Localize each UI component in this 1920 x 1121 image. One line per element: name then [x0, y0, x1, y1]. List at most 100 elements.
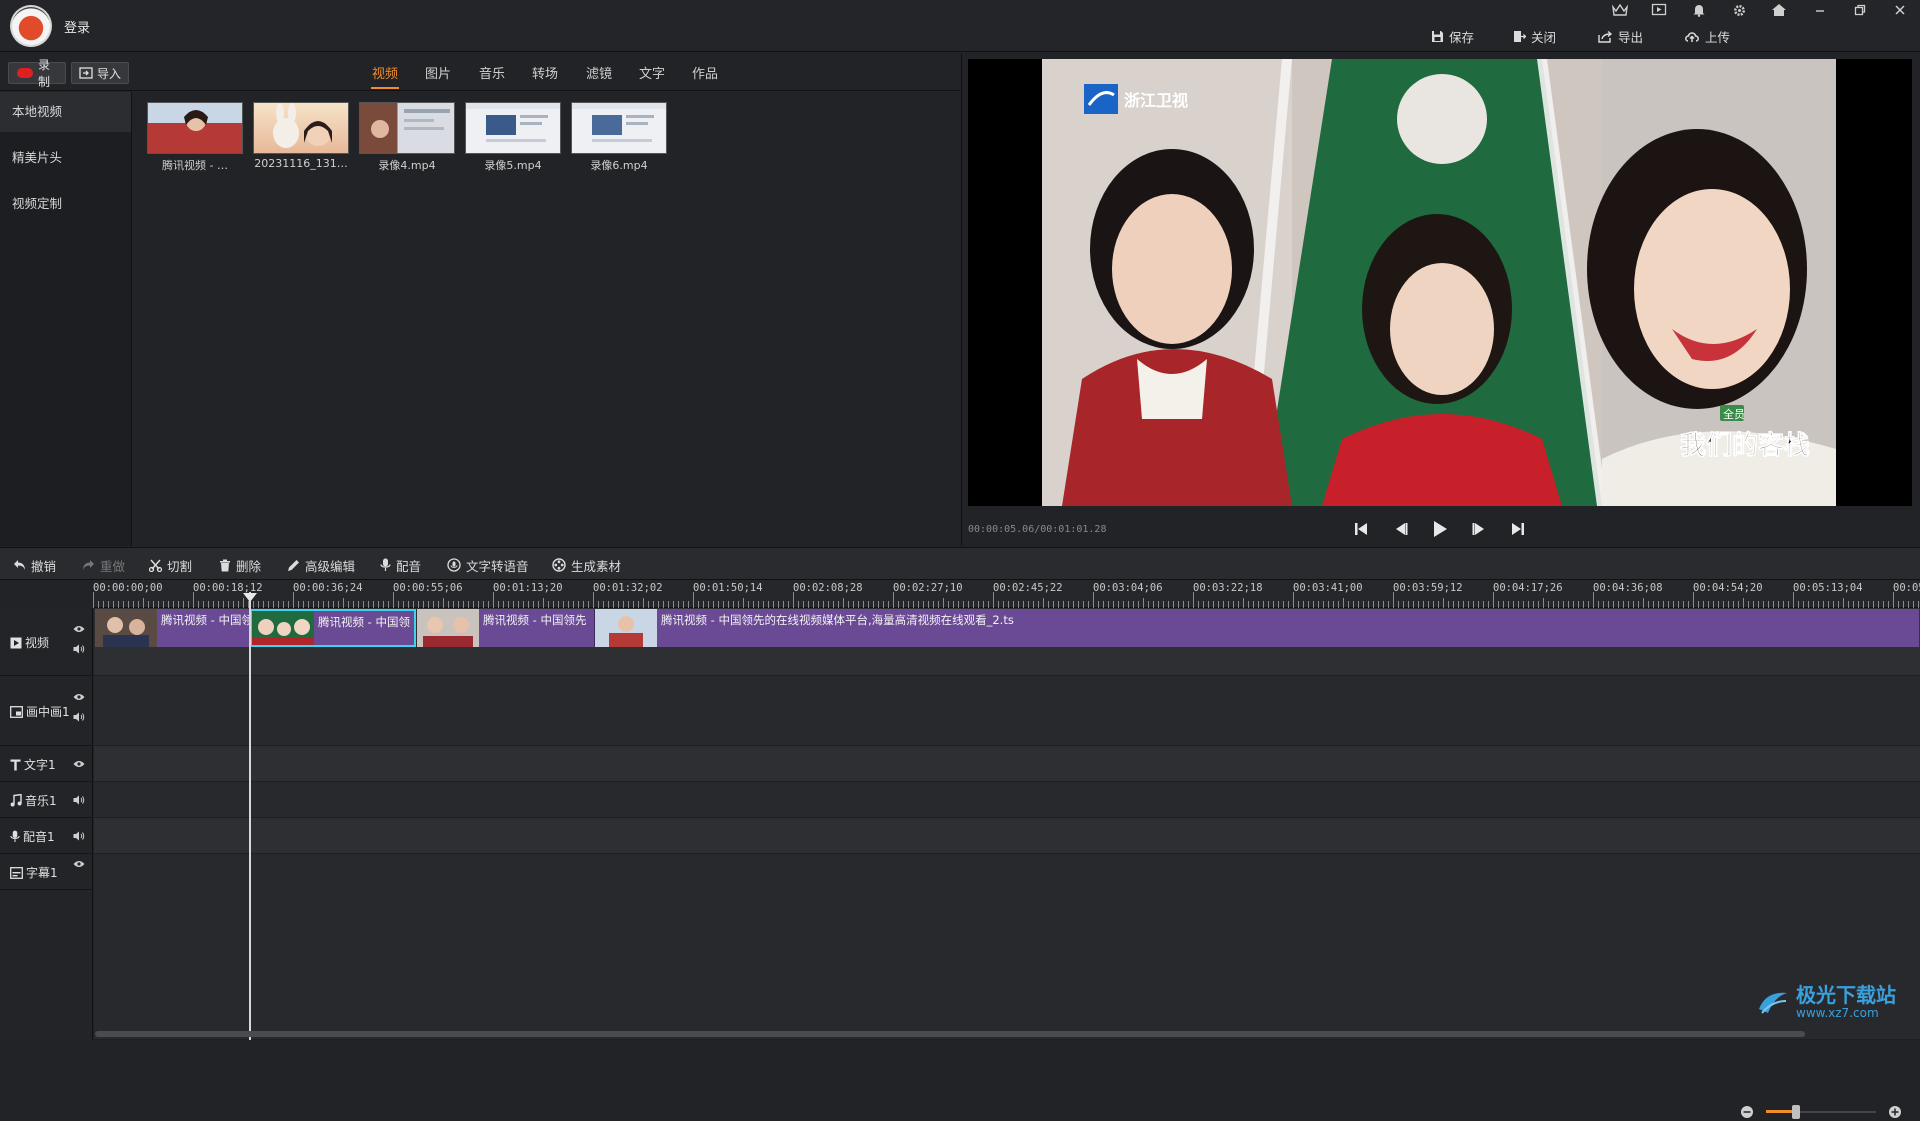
speaker-icon[interactable] — [73, 831, 85, 841]
upload-button[interactable]: 上传 — [1684, 26, 1730, 46]
voiceover-button[interactable]: 配音 — [380, 556, 421, 574]
track-text[interactable] — [94, 746, 1920, 782]
eye-icon[interactable] — [73, 760, 85, 768]
record-button[interactable]: 录制 — [8, 58, 66, 89]
tab-text[interactable]: 文字 — [638, 63, 666, 89]
ruler-label: 00:02:08;28 — [793, 582, 863, 594]
tab-video[interactable]: 视频 — [371, 63, 399, 89]
export-icon — [1598, 30, 1613, 43]
advanced-edit-button[interactable]: 高级编辑 — [287, 556, 355, 574]
export-button[interactable]: 导出 — [1598, 26, 1643, 46]
media-item[interactable]: 录像5.mp4 — [465, 102, 561, 172]
redo-button[interactable]: 重做 — [82, 556, 125, 574]
previous-frame-button[interactable] — [1389, 518, 1413, 540]
tab-works[interactable]: 作品 — [691, 63, 719, 89]
media-caption: 录像6.mp4 — [590, 159, 648, 172]
zoom-out-icon[interactable] — [1740, 1105, 1754, 1119]
media-caption: 录像5.mp4 — [484, 159, 542, 172]
sidebar-item-intros[interactable]: 精美片头 — [0, 138, 131, 178]
media-item[interactable]: 腾讯视频 - … — [147, 102, 243, 172]
track-music[interactable] — [94, 782, 1920, 818]
close-project-button[interactable]: 关闭 — [1513, 26, 1556, 46]
ruler-label: 00:03:22;18 — [1193, 582, 1263, 594]
track-header-subtitle[interactable]: 字幕1 — [0, 854, 93, 890]
timeline-clip[interactable]: 腾讯视频 - 中国领 — [95, 609, 250, 647]
restore-icon[interactable] — [1850, 2, 1870, 18]
track-pip[interactable] — [94, 676, 1920, 746]
mic-icon — [10, 830, 20, 843]
scissors-icon — [149, 559, 162, 572]
undo-button[interactable]: 撤销 — [13, 556, 56, 574]
save-label: 保存 — [1449, 29, 1475, 45]
tab-music[interactable]: 音乐 — [478, 63, 506, 89]
tab-filters[interactable]: 滤镜 — [585, 63, 613, 89]
media-item[interactable]: 20231116_131… — [253, 102, 349, 172]
subtitle-icon — [10, 866, 23, 879]
import-label: 导入 — [97, 66, 122, 81]
sidebar-item-custom-video[interactable]: 视频定制 — [0, 184, 131, 224]
timeline-zoom — [1736, 1103, 1906, 1121]
speaker-icon[interactable] — [73, 795, 85, 805]
channel-logo: 浙江卫视 — [1124, 91, 1188, 110]
track-header-voiceover[interactable]: 配音1 — [0, 818, 93, 854]
timeline-tracks[interactable]: 腾讯视频 - 中国领 腾讯视频 - 中国领 腾讯视频 - 中国领先 腾讯视频 -… — [94, 608, 1920, 1040]
home-icon[interactable] — [1769, 2, 1789, 18]
media-item[interactable]: 录像6.mp4 — [571, 102, 667, 172]
track-header-music[interactable]: 音乐1 — [0, 782, 93, 818]
eye-icon[interactable] — [73, 625, 85, 633]
gear-icon[interactable] — [1729, 2, 1749, 18]
speaker-icon[interactable] — [73, 644, 85, 654]
eye-icon[interactable] — [73, 693, 85, 701]
speaker-icon[interactable] — [73, 712, 85, 722]
clip-thumbnail — [252, 611, 314, 645]
track-video[interactable]: 腾讯视频 - 中国领 腾讯视频 - 中国领 腾讯视频 - 中国领先 腾讯视频 -… — [94, 608, 1920, 676]
playhead-handle[interactable] — [243, 593, 257, 602]
timeline-scrollbar[interactable] — [95, 1031, 1805, 1037]
track-name: 画中画1 — [26, 705, 70, 719]
zoom-slider-handle[interactable] — [1791, 1105, 1800, 1119]
zoom-in-icon[interactable] — [1888, 1105, 1902, 1119]
track-voiceover[interactable] — [94, 818, 1920, 854]
video-frame-image: 浙江卫视 全员 我们的客栈 — [1042, 59, 1836, 506]
timeline-ruler[interactable]: 00:00:00;00 00:00:18;12 00:00:36;24 00:0… — [93, 580, 1920, 608]
pip-icon — [10, 705, 23, 718]
sidebar-item-local-video[interactable]: 本地视频 — [0, 92, 131, 132]
eye-icon[interactable] — [73, 860, 85, 868]
delete-button[interactable]: 删除 — [219, 556, 261, 574]
close-icon[interactable] — [1890, 2, 1910, 18]
media-caption: 录像4.mp4 — [378, 159, 436, 172]
timeline-clip[interactable]: 腾讯视频 - 中国领先的在线视频媒体平台,海量高清视频在线观看_2.ts — [595, 609, 1920, 647]
generate-material-button[interactable]: 生成素材 — [552, 556, 621, 574]
save-button[interactable]: 保存 — [1431, 26, 1474, 46]
import-button[interactable]: 导入 — [71, 62, 129, 84]
track-header-pip[interactable]: 画中画1 — [0, 676, 93, 746]
bell-icon[interactable] — [1689, 2, 1709, 18]
clip-thumbnail — [595, 609, 657, 647]
minimize-icon[interactable] — [1810, 2, 1830, 18]
text-to-speech-button[interactable]: 文字转语音 — [447, 556, 529, 574]
track-header-video[interactable]: 视频 — [0, 608, 93, 676]
generate-material-label: 生成素材 — [571, 558, 622, 574]
redo-label: 重做 — [100, 558, 126, 574]
skip-to-end-button[interactable] — [1506, 518, 1530, 540]
playhead-line[interactable] — [249, 592, 251, 1040]
media-item[interactable]: 录像4.mp4 — [359, 102, 455, 172]
skip-to-start-button[interactable] — [1349, 518, 1373, 540]
timeline-clip-selected[interactable]: 腾讯视频 - 中国领 — [250, 609, 416, 647]
timeline-clip[interactable]: 腾讯视频 - 中国领先 — [417, 609, 595, 647]
clip-label: 腾讯视频 - 中国领先的在线视频媒体平台,海量高清视频在线观看_2.ts — [661, 613, 1014, 627]
upload-label: 上传 — [1705, 29, 1731, 45]
screen-icon[interactable] — [1649, 2, 1669, 18]
watermark-url: www.xz7.com — [1796, 1006, 1879, 1020]
next-frame-button[interactable] — [1467, 518, 1491, 540]
skip-back-icon — [1353, 521, 1369, 537]
cut-button[interactable]: 切割 — [149, 556, 192, 574]
track-header-text[interactable]: 文字1 — [0, 746, 93, 782]
crown-icon[interactable] — [1610, 2, 1630, 18]
track-subtitle[interactable] — [94, 854, 1920, 1040]
tab-images[interactable]: 图片 — [424, 63, 452, 89]
login-link[interactable]: 登录 — [64, 17, 90, 36]
tab-transitions[interactable]: 转场 — [531, 63, 559, 89]
advanced-edit-label: 高级编辑 — [305, 558, 356, 574]
play-button[interactable] — [1428, 518, 1452, 540]
